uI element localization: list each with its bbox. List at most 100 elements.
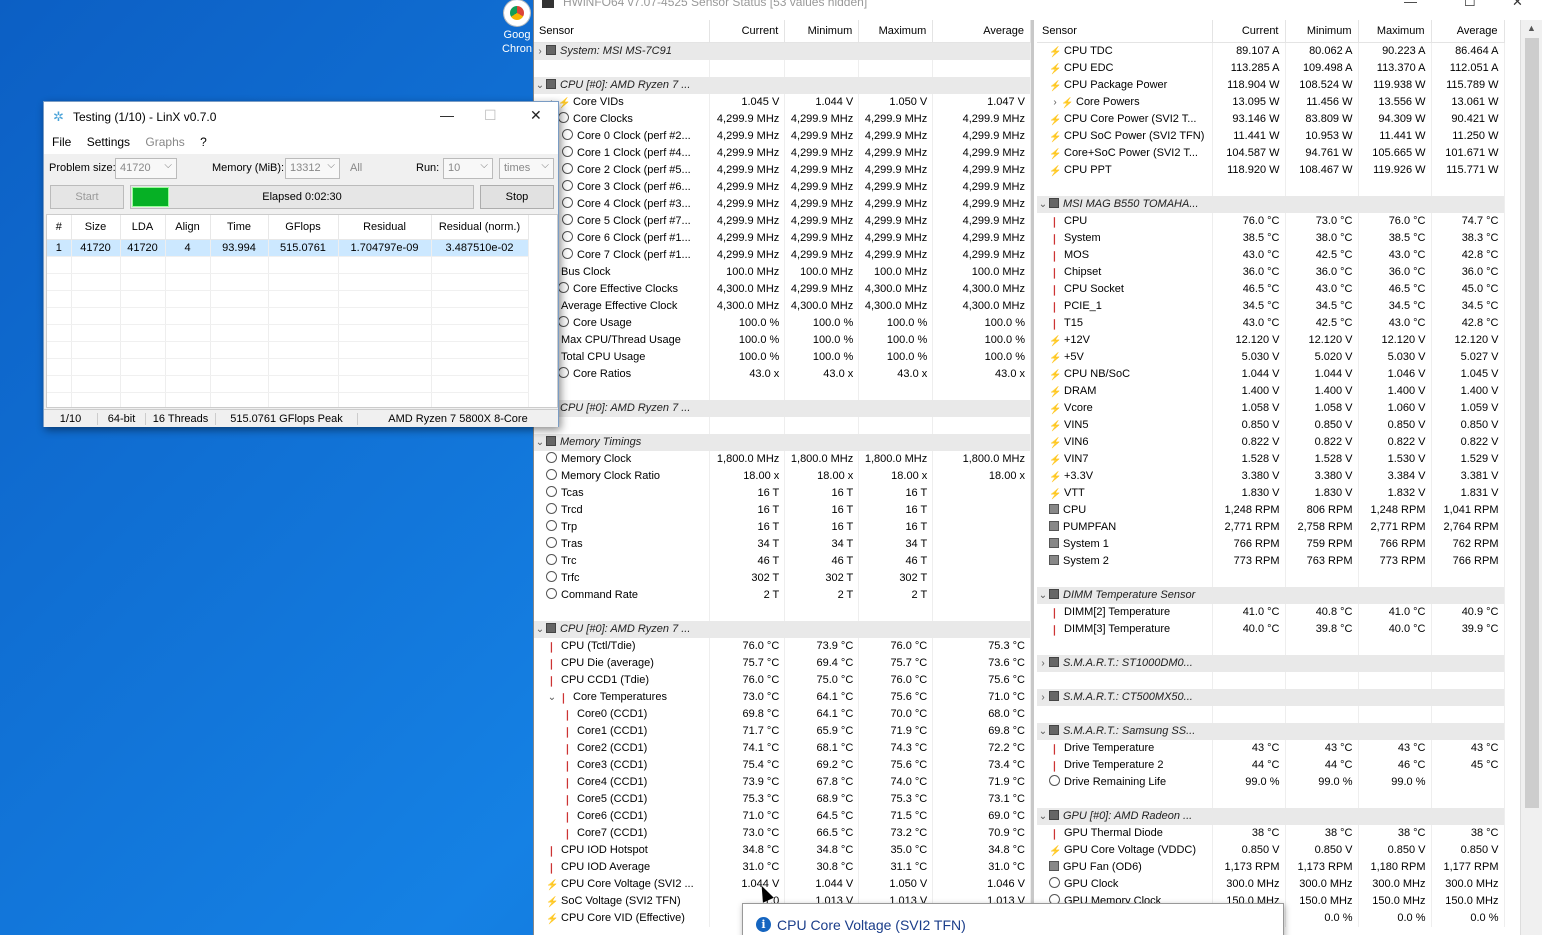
linx-titlebar[interactable]: ✲ Testing (1/10) - LinX v0.7.0 — ☐ ✕	[44, 102, 558, 132]
sensor-row[interactable]: ❘ CPU Die (average) 75.7 °C 69.4 °C 75.7 °C 7…	[534, 654, 1031, 672]
sensor-row[interactable]: System 2 773 RPM 763 RPM 773 RPM 766 RPM	[1037, 552, 1505, 570]
expander-icon[interactable]: ›	[534, 43, 546, 60]
sensor-row[interactable]: ❘ Drive Temperature 43 °C 43 °C 43 °C 43 °C	[1037, 739, 1505, 757]
col-sensor[interactable]: Sensor	[534, 20, 711, 43]
col-current[interactable]: Current	[1212, 20, 1286, 43]
sensor-row[interactable]: ❘ Core6 (CCD1) 71.0 °C 64.5 °C 71.5 °C 69.0 °…	[534, 807, 1031, 825]
sensor-row[interactable]: ⚡ CPU Core Power (SVI2 T... 93.146 W 83.809…	[1037, 110, 1505, 128]
sensor-row[interactable]: ❘ Core1 (CCD1) 71.7 °C 65.9 °C 71.9 °C 69.8 °…	[534, 722, 1031, 740]
sensor-row[interactable]: ⚡ +5V 5.030 V 5.020 V 5.030 V 5.027 V	[1037, 348, 1505, 366]
col-average[interactable]: Average	[932, 20, 1031, 43]
run-unit-select[interactable]: times	[499, 158, 554, 179]
menu-settings[interactable]: Settings	[87, 132, 130, 152]
sensor-row[interactable]: ⚡ +3.3V 3.380 V 3.380 V 3.384 V 3.381 V	[1037, 467, 1505, 485]
sensor-row[interactable]: Core 5 Clock (perf #7... 4,299.9 MHz 4,299…	[534, 212, 1031, 230]
sensor-row[interactable]: ›Core Ratios43.0 x43.0 x43.0 x43.0 x	[534, 365, 1031, 383]
maximize-icon[interactable]: ☐	[484, 107, 497, 124]
sensor-row[interactable]: ⚡ GPU Core Voltage (VDDC) 0.850 V 0.850 V 0.…	[1037, 841, 1505, 859]
sensor-row[interactable]: Trp 16 T 16 T 16 T	[534, 518, 1031, 536]
expander-icon[interactable]: ⌄	[1037, 587, 1049, 604]
sensor-row[interactable]: ›Core Usage100.0 %100.0 %100.0 %100.0 %	[534, 314, 1031, 332]
all-checkbox-label[interactable]: All	[350, 162, 362, 174]
sensor-row[interactable]: Tcas 16 T 16 T 16 T	[534, 484, 1031, 502]
sensor-row[interactable]: ❘ CPU (Tctl/Tdie) 76.0 °C 73.9 °C 76.0 °C 75.…	[534, 637, 1031, 655]
sensor-group-s-m-a-r-t-samsung-ss[interactable]: ⌄ S.M.A.R.T.: Samsung SS...	[1037, 722, 1505, 740]
sensor-row[interactable]: ⚡ CPU PPT 118.920 W 108.467 W 119.926 W 115.7…	[1037, 161, 1505, 179]
close-icon[interactable]: ✕	[530, 107, 542, 124]
sensor-row[interactable]: ⚡ CPU Core Voltage (SVI2 ... 1.044 V 1.044 …	[534, 875, 1031, 893]
sensor-group-system-msi-ms-7c91[interactable]: › System: MSI MS-7C91	[534, 42, 1031, 60]
sensor-row[interactable]: GPU Clock 300.0 MHz 300.0 MHz 300.0 MHz 300.…	[1037, 875, 1505, 893]
results-col-size[interactable]: Size	[71, 215, 121, 240]
sensor-row[interactable]: ❘ T15 43.0 °C 42.5 °C 43.0 °C 42.8 °C	[1037, 314, 1505, 332]
sensor-group-dimm-temperature-sensor[interactable]: ⌄ DIMM Temperature Sensor	[1037, 586, 1505, 604]
sensor-group-s-m-a-r-t-ct500mx50[interactable]: › S.M.A.R.T.: CT500MX50...	[1037, 688, 1505, 706]
col-current[interactable]: Current	[709, 20, 786, 43]
sensor-group-s-m-a-r-t-st1000dm0[interactable]: › S.M.A.R.T.: ST1000DM0...	[1037, 654, 1505, 672]
sensor-row[interactable]: ⌄Core Clocks4,299.9 MHz4,299.9 MHz4,299.…	[534, 110, 1031, 128]
chrome-desktop-shortcut[interactable]: Goog Chron	[497, 0, 537, 62]
expander-icon[interactable]: ⌄	[534, 621, 546, 638]
sensor-row[interactable]: Core 3 Clock (perf #6... 4,299.9 MHz 4,299…	[534, 178, 1031, 196]
menu-file[interactable]: File	[52, 132, 71, 152]
sensor-pane-left[interactable]: Sensor Current Minimum Maximum Average ›…	[534, 20, 1034, 935]
expander-icon[interactable]: ⌄	[1037, 196, 1049, 213]
expander-icon[interactable]: ⌄	[546, 689, 558, 706]
col-minimum[interactable]: Minimum	[1285, 20, 1359, 43]
results-col-lda[interactable]: LDA	[120, 215, 166, 240]
run-count-select[interactable]: 10	[443, 158, 493, 179]
sensor-row[interactable]: ⚡ +12V 12.120 V 12.120 V 12.120 V 12.120 V	[1037, 331, 1505, 349]
sensor-row[interactable]: Core 0 Clock (perf #2... 4,299.9 MHz 4,299…	[534, 127, 1031, 145]
maximize-icon[interactable]: ☐	[1464, 0, 1476, 10]
sensor-row[interactable]: ❘ Chipset 36.0 °C 36.0 °C 36.0 °C 36.0 °C	[1037, 263, 1505, 281]
minimize-icon[interactable]: —	[1404, 0, 1417, 9]
expander-icon[interactable]: ⌄	[1037, 723, 1049, 740]
results-col-time[interactable]: Time	[210, 215, 269, 240]
scroll-up-icon[interactable]: ▲	[1527, 23, 1536, 33]
sensor-row[interactable]: ⚡ Core+SoC Power (SVI2 T... 104.587 W 94.76…	[1037, 144, 1505, 162]
results-col-align[interactable]: Align	[165, 215, 211, 240]
sensor-row[interactable]: ❘ DIMM[3] Temperature 40.0 °C 39.8 °C 40.0 °…	[1037, 620, 1505, 638]
sensor-row[interactable]: ❘ CPU IOD Average 31.0 °C 30.8 °C 31.1 °C 31.…	[534, 858, 1031, 876]
sensor-row[interactable]: ⚡ VIN7 1.528 V 1.528 V 1.530 V 1.529 V	[1037, 450, 1505, 468]
sensor-row[interactable]: Trfc 302 T 302 T 302 T	[534, 569, 1031, 587]
sensor-row[interactable]: ❘ Core4 (CCD1) 73.9 °C 67.8 °C 74.0 °C 71.9 °…	[534, 773, 1031, 791]
menu-graphs[interactable]: Graphs	[145, 132, 184, 152]
sensor-row[interactable]: Drive Remaining Life 99.0 % 99.0 % 99.0 %	[1037, 773, 1505, 791]
sensor-row[interactable]: ❘ CPU IOD Hotspot 34.8 °C 34.8 °C 35.0 °C 34.…	[534, 841, 1031, 859]
sensor-row[interactable]: Core 1 Clock (perf #4... 4,299.9 MHz 4,299…	[534, 144, 1031, 162]
sensor-row[interactable]: ⚡ Vcore 1.058 V 1.058 V 1.060 V 1.059 V	[1037, 399, 1505, 417]
sensor-row[interactable]: Total CPU Usage 100.0 % 100.0 % 100.0 % 100.…	[534, 348, 1031, 366]
problem-size-select[interactable]: 41720	[115, 158, 177, 179]
results-row[interactable]: 1 41720 41720 4 93.994 515.0761 1.704797e-09 3.…	[47, 239, 529, 257]
sensor-row[interactable]: ❘ MOS 43.0 °C 42.5 °C 43.0 °C 42.8 °C	[1037, 246, 1505, 264]
close-icon[interactable]: ✕	[1512, 0, 1523, 10]
sensor-row[interactable]: ›⚡Core VIDs1.045 V1.044 V1.050 V1.047 V	[534, 93, 1031, 111]
sensor-row[interactable]: ❘ CPU 76.0 °C 73.0 °C 76.0 °C 74.7 °C	[1037, 212, 1505, 230]
sensor-row[interactable]: ❘ Drive Temperature 2 44 °C 44 °C 46 °C 45 °C	[1037, 756, 1505, 774]
sensor-row[interactable]: ❘ CPU Socket 46.5 °C 43.0 °C 46.5 °C 45.0 °C	[1037, 280, 1505, 298]
minimize-icon[interactable]: —	[440, 107, 454, 123]
col-average[interactable]: Average	[1431, 20, 1505, 43]
sensor-row[interactable]: System 1 766 RPM 759 RPM 766 RPM 762 RPM	[1037, 535, 1505, 553]
sensor-pane-right[interactable]: Sensor Current Minimum Maximum Average ⚡…	[1037, 20, 1520, 935]
results-col-blank[interactable]: #	[47, 215, 72, 240]
sensor-row[interactable]: ⚡ CPU EDC 113.285 A 109.498 A 113.370 A 112.0…	[1037, 59, 1505, 77]
sensor-row[interactable]: ⚡ CPU Package Power 118.904 W 108.524 W 119.…	[1037, 76, 1505, 94]
expander-icon[interactable]: ›	[1049, 94, 1061, 111]
results-col-residual[interactable]: Residual	[338, 215, 432, 240]
sensor-row[interactable]: › ⚡ Core Powers 13.095 W 11.456 W 13.556 W 13.…	[1037, 93, 1505, 111]
sensor-row[interactable]: ⚡ CPU SoC Power (SVI2 TFN) 11.441 W 10.953 …	[1037, 127, 1505, 145]
sensor-group-gpu-0-amd-radeon[interactable]: ⌄ GPU [#0]: AMD Radeon ...	[1037, 807, 1505, 825]
sensor-row[interactable]: ❘ Core7 (CCD1) 73.0 °C 66.5 °C 73.2 °C 70.9 °…	[534, 824, 1031, 842]
sensor-row[interactable]: ⚡ DRAM 1.400 V 1.400 V 1.400 V 1.400 V	[1037, 382, 1505, 400]
sensor-row[interactable]: ❘ DIMM[2] Temperature 41.0 °C 40.8 °C 41.0 °…	[1037, 603, 1505, 621]
sensor-row[interactable]: ❘ Core2 (CCD1) 74.1 °C 68.1 °C 74.3 °C 72.2 °…	[534, 739, 1031, 757]
sensor-row[interactable]: Trc 46 T 46 T 46 T	[534, 552, 1031, 570]
sensor-row[interactable]: ⚡ CPU TDC 89.107 A 80.062 A 90.223 A 86.464 A	[1037, 42, 1505, 60]
start-button[interactable]: Start	[50, 185, 124, 209]
menu-help[interactable]: ?	[200, 132, 207, 152]
sensor-row[interactable]: Core 6 Clock (perf #1... 4,299.9 MHz 4,299…	[534, 229, 1031, 247]
sensor-group-cpu-0-amd-ryzen-7[interactable]: ⌄ CPU [#0]: AMD Ryzen 7 ...	[534, 76, 1031, 94]
sensor-row[interactable]: Memory Clock Ratio 18.00 x 18.00 x 18.00 x1…	[534, 467, 1031, 485]
